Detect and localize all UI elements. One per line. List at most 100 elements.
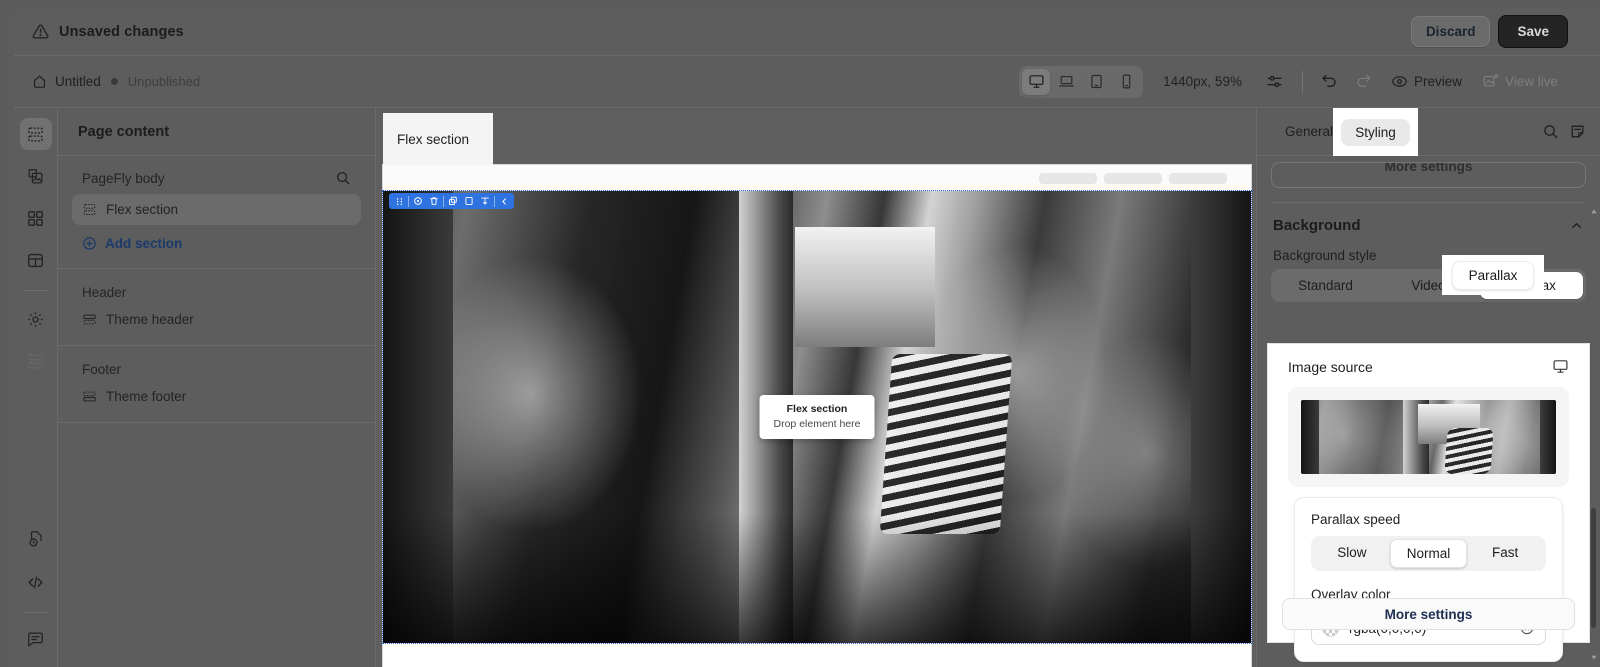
rail-item-settings[interactable]: [20, 303, 52, 335]
delete-trash-icon[interactable]: [426, 194, 442, 208]
inspector-scrollbar[interactable]: [1589, 208, 1598, 661]
feedback-chat-icon: [26, 630, 45, 649]
add-section-button[interactable]: Add section: [72, 228, 361, 258]
document-name[interactable]: Untitled: [55, 74, 101, 89]
search-icon[interactable]: [1542, 123, 1559, 140]
rail-item-code[interactable]: [20, 566, 52, 598]
segment-parallax-label: Parallax: [1451, 260, 1535, 290]
list-item-theme-header[interactable]: Theme header: [72, 304, 361, 335]
list-item-theme-footer[interactable]: Theme footer: [72, 381, 361, 412]
image-source-row: Image source: [1288, 358, 1569, 375]
section-label-chip: Flex section: [383, 113, 493, 165]
toolbar-divider: [494, 195, 495, 207]
drag-handle-icon[interactable]: [391, 194, 407, 208]
background-section-title: Background: [1273, 217, 1361, 234]
segment-normal[interactable]: Normal: [1389, 539, 1468, 568]
photo-window-light: [795, 227, 936, 348]
sections-icon: [26, 125, 45, 144]
drop-hint-subtitle: Drop element here: [773, 418, 861, 430]
device-laptop-button[interactable]: [1052, 69, 1080, 95]
warning-icon: [32, 23, 49, 40]
device-tablet-button[interactable]: [1082, 69, 1110, 95]
more-settings-button[interactable]: More settings: [1282, 598, 1575, 630]
section-icon: [82, 202, 97, 217]
settings-circle-icon[interactable]: [410, 194, 426, 208]
preview-button[interactable]: Preview: [1383, 68, 1470, 95]
collapse-chevron-left-icon[interactable]: [496, 194, 512, 208]
version-history-icon: [26, 529, 45, 548]
parallax-settings-card: Image source Parallax speed Slow Normal …: [1267, 343, 1590, 662]
flex-section-canvas[interactable]: Flex section Drop element here: [382, 190, 1252, 644]
body-group-header: PageFly body: [72, 166, 361, 192]
device-mobile-button[interactable]: [1112, 69, 1140, 95]
save-button[interactable]: Save: [1498, 15, 1568, 48]
redo-icon[interactable]: [1349, 68, 1379, 96]
toolbar-divider: [408, 195, 409, 207]
toolbar-right-group: 1440px, 59% Preview View live: [1019, 65, 1584, 98]
photo-striped-shirt: [880, 353, 1013, 534]
desktop-icon[interactable]: [1552, 358, 1569, 375]
unsaved-changes-bar: Unsaved changes Discard Save: [14, 8, 1600, 56]
device-switcher: [1019, 65, 1144, 98]
scrollbar-thumb[interactable]: [1591, 508, 1596, 628]
theme-header-icon: [82, 312, 97, 327]
list-item-flex-section[interactable]: Flex section: [72, 194, 361, 225]
elements-grid-icon: [26, 209, 45, 228]
rail-item-sections[interactable]: [19, 118, 52, 150]
rail-item-global-sections[interactable]: [20, 345, 52, 377]
segment-slow[interactable]: Slow: [1314, 539, 1390, 568]
chevron-up-icon[interactable]: [1569, 218, 1584, 233]
plus-circle-icon: [82, 236, 97, 251]
eye-icon: [1391, 73, 1408, 90]
undo-icon[interactable]: [1315, 68, 1345, 96]
sliders-icon[interactable]: [1260, 68, 1290, 96]
home-icon[interactable]: [32, 74, 47, 89]
discard-button[interactable]: Discard: [1410, 16, 1491, 47]
segment-standard[interactable]: Standard: [1274, 272, 1377, 299]
add-section-label: Add section: [105, 235, 183, 251]
segment-fast[interactable]: Fast: [1467, 539, 1543, 568]
header-group: Header Theme header: [58, 269, 375, 346]
rail-item-elements[interactable]: [20, 202, 52, 234]
save-library-icon[interactable]: [461, 194, 477, 208]
drop-element-hint: Flex section Drop element here: [759, 395, 875, 439]
left-icon-rail: [14, 108, 58, 667]
editor-toolbar: Untitled Unpublished 1440px, 59% Preview…: [14, 56, 1600, 108]
notes-icon[interactable]: [1569, 123, 1586, 140]
device-desktop-button[interactable]: [1022, 68, 1051, 95]
inspector-scroll-area[interactable]: More settings Background Background styl…: [1257, 156, 1600, 667]
duplicate-icon[interactable]: [445, 194, 461, 208]
segment-parallax-highlighted[interactable]: Parallax: [1442, 255, 1544, 295]
view-live-button[interactable]: View live: [1474, 68, 1566, 95]
search-icon[interactable]: [335, 170, 351, 186]
rail-item-layout[interactable]: [20, 244, 52, 276]
image-thumbnail-wrap[interactable]: [1288, 387, 1569, 487]
rail-bottom-divider: [22, 612, 49, 613]
list-item-label: Theme footer: [106, 389, 187, 404]
footer-group-title: Footer: [82, 362, 122, 377]
image-source-label: Image source: [1288, 358, 1373, 375]
page-content-header: Page content: [58, 108, 375, 156]
rail-item-media[interactable]: [20, 160, 52, 192]
skeleton-block: [1169, 172, 1227, 184]
frame-bottom-strip: [383, 643, 1251, 665]
image-thumbnail[interactable]: [1301, 400, 1556, 474]
zoom-level-label[interactable]: 1440px, 59%: [1163, 74, 1242, 89]
more-settings-button-top[interactable]: More settings: [1271, 162, 1586, 188]
text-align-icon[interactable]: [477, 194, 493, 208]
inspector-tabs: General Styling: [1257, 108, 1600, 156]
body-group-title: PageFly body: [82, 170, 165, 186]
page-content-panel: Page content PageFly body Flex section A…: [58, 108, 376, 667]
background-section-header[interactable]: Background: [1257, 203, 1600, 238]
body-group: PageFly body Flex section Add section: [58, 156, 375, 269]
editor-canvas: Flex section Drop element here Flex sect…: [376, 108, 1256, 667]
rail-item-feedback[interactable]: [20, 623, 52, 655]
gear-icon: [26, 310, 45, 329]
header-group-title: Header: [82, 285, 127, 300]
parallax-speed-card: Parallax speed Slow Normal Fast Overlay …: [1294, 497, 1563, 662]
scroll-up-arrow-icon[interactable]: [1590, 208, 1598, 216]
scroll-down-arrow-icon[interactable]: [1590, 653, 1598, 661]
skeleton-block: [1039, 172, 1097, 184]
rail-item-version-history[interactable]: [20, 522, 52, 554]
tab-styling-highlighted[interactable]: Styling: [1333, 108, 1418, 156]
